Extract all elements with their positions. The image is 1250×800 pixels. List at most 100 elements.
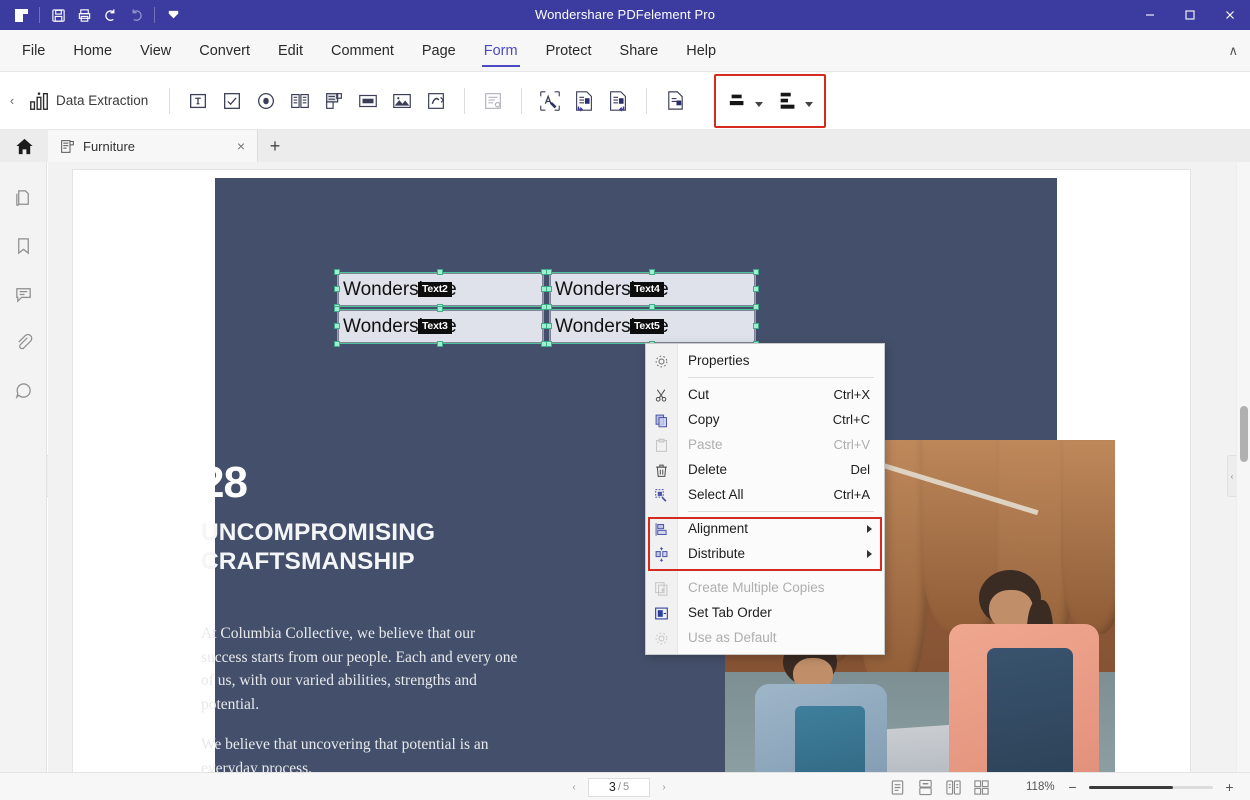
vertical-scrollbar-thumb[interactable] bbox=[1240, 406, 1248, 462]
context-menu-label: Alignment bbox=[688, 521, 749, 536]
distribute-icon bbox=[652, 545, 670, 563]
menu-item-page[interactable]: Page bbox=[408, 30, 470, 72]
close-tab-icon[interactable]: × bbox=[233, 138, 249, 154]
use-default-icon bbox=[652, 629, 670, 647]
context-menu-item-use-as-default: Use as Default bbox=[646, 625, 884, 650]
resize-handle[interactable] bbox=[546, 269, 552, 275]
context-menu-item-distribute[interactable]: Distribute bbox=[646, 541, 884, 566]
print-icon[interactable] bbox=[71, 2, 97, 28]
divider bbox=[688, 377, 874, 378]
resize-handle[interactable] bbox=[546, 341, 552, 347]
resize-handle[interactable] bbox=[334, 269, 340, 275]
expand-right-panel-handle[interactable]: ‹ bbox=[1227, 455, 1236, 497]
continuous-view-icon[interactable] bbox=[916, 778, 935, 797]
resize-handle[interactable] bbox=[334, 306, 340, 312]
resize-handle[interactable] bbox=[649, 304, 655, 310]
attachments-panel-icon[interactable] bbox=[9, 328, 37, 356]
context-menu-accel: Ctrl+A bbox=[833, 487, 870, 502]
menu-item-file[interactable]: File bbox=[8, 30, 59, 72]
menu-item-help[interactable]: Help bbox=[672, 30, 730, 72]
resize-handle[interactable] bbox=[546, 304, 552, 310]
resize-handle[interactable] bbox=[753, 269, 759, 275]
menu-item-comment[interactable]: Comment bbox=[317, 30, 408, 72]
collapse-ribbon-chevron-icon[interactable]: ∧ bbox=[1228, 30, 1238, 72]
redo-icon[interactable] bbox=[123, 2, 149, 28]
push-button-button[interactable] bbox=[351, 80, 385, 122]
context-menu-item-copy[interactable]: Copy Ctrl+C bbox=[646, 407, 884, 432]
data-extraction-button[interactable]: Data Extraction bbox=[24, 80, 158, 122]
comments-panel-icon[interactable] bbox=[9, 280, 37, 308]
resize-handle[interactable] bbox=[334, 341, 340, 347]
status-bar: ‹ 3 / 5 › 118% − + bbox=[0, 772, 1250, 800]
stamps-panel-icon[interactable] bbox=[9, 376, 37, 404]
copy-icon bbox=[652, 411, 670, 429]
form-field-context-menu[interactable]: Properties Cut Ctrl+X Copy Ctrl+C Paste … bbox=[645, 343, 885, 655]
ribbon-scroll-left-icon[interactable]: ‹ bbox=[0, 93, 24, 108]
vertical-scrollbar[interactable] bbox=[1236, 162, 1250, 772]
minimize-button[interactable] bbox=[1130, 0, 1170, 30]
form-recognition-button[interactable] bbox=[533, 80, 567, 122]
resize-handle[interactable] bbox=[437, 306, 443, 312]
context-menu-item-cut[interactable]: Cut Ctrl+X bbox=[646, 382, 884, 407]
export-data-button[interactable] bbox=[601, 80, 635, 122]
zoom-out-button[interactable]: − bbox=[1067, 779, 1078, 795]
resize-handle[interactable] bbox=[753, 304, 759, 310]
resize-handle[interactable] bbox=[334, 323, 340, 329]
thumbnail-grid-view-icon[interactable] bbox=[972, 778, 991, 797]
resize-handle[interactable] bbox=[437, 341, 443, 347]
menu-item-edit[interactable]: Edit bbox=[264, 30, 317, 72]
combo-box-button[interactable] bbox=[283, 80, 317, 122]
thumbnails-panel-icon[interactable] bbox=[9, 184, 37, 212]
menu-item-convert[interactable]: Convert bbox=[185, 30, 264, 72]
text-field-button[interactable] bbox=[181, 80, 215, 122]
digital-signature-button[interactable] bbox=[419, 80, 453, 122]
menu-item-share[interactable]: Share bbox=[606, 30, 673, 72]
resize-handle[interactable] bbox=[753, 323, 759, 329]
resize-handle[interactable] bbox=[753, 286, 759, 292]
resize-handle[interactable] bbox=[437, 269, 443, 275]
next-page-button[interactable]: › bbox=[658, 782, 670, 793]
resize-handle[interactable] bbox=[649, 269, 655, 275]
form-properties-button[interactable] bbox=[476, 80, 510, 122]
page-number-input[interactable]: 3 / 5 bbox=[588, 777, 650, 797]
alignment-dropdown-button[interactable] bbox=[722, 80, 768, 122]
customize-toolbar-icon[interactable] bbox=[160, 2, 186, 28]
menu-item-protect[interactable]: Protect bbox=[532, 30, 606, 72]
menu-item-form[interactable]: Form bbox=[470, 30, 532, 72]
list-box-button[interactable] bbox=[317, 80, 351, 122]
save-icon[interactable] bbox=[45, 2, 71, 28]
resize-handle[interactable] bbox=[546, 286, 552, 292]
menu-item-home[interactable]: Home bbox=[59, 30, 126, 72]
resize-handle[interactable] bbox=[334, 286, 340, 292]
distribute-dropdown-button[interactable] bbox=[772, 80, 818, 122]
context-menu-item-properties[interactable]: Properties bbox=[646, 348, 884, 373]
close-button[interactable] bbox=[1210, 0, 1250, 30]
app-logo-icon[interactable] bbox=[8, 2, 34, 28]
undo-icon[interactable] bbox=[97, 2, 123, 28]
facing-pages-view-icon[interactable] bbox=[944, 778, 963, 797]
radio-button-button[interactable] bbox=[249, 80, 283, 122]
previous-page-button[interactable]: ‹ bbox=[568, 782, 580, 793]
context-menu-item-set-tab-order[interactable]: Set Tab Order bbox=[646, 600, 884, 625]
total-pages-value: 5 bbox=[622, 781, 630, 793]
resize-handle[interactable] bbox=[546, 323, 552, 329]
pdfelement-window: Wondershare PDFelement Pro File Home Vie… bbox=[0, 0, 1250, 800]
context-menu-item-select-all[interactable]: Select All Ctrl+A bbox=[646, 482, 884, 507]
context-menu-item-alignment[interactable]: Alignment bbox=[646, 516, 884, 541]
home-tab-button[interactable] bbox=[0, 130, 48, 162]
context-menu-item-delete[interactable]: Delete Del bbox=[646, 457, 884, 482]
single-page-view-icon[interactable] bbox=[888, 778, 907, 797]
zoom-in-button[interactable]: + bbox=[1224, 779, 1235, 795]
maximize-button[interactable] bbox=[1170, 0, 1210, 30]
bookmarks-panel-icon[interactable] bbox=[9, 232, 37, 260]
image-field-button[interactable] bbox=[385, 80, 419, 122]
quick-access-toolbar bbox=[0, 0, 186, 30]
zoom-slider[interactable] bbox=[1089, 785, 1213, 789]
extract-data-button[interactable] bbox=[658, 80, 692, 122]
divider bbox=[521, 87, 523, 114]
import-data-button[interactable] bbox=[567, 80, 601, 122]
check-box-button[interactable] bbox=[215, 80, 249, 122]
menu-item-view[interactable]: View bbox=[126, 30, 185, 72]
document-tab-furniture[interactable]: Furniture × bbox=[48, 130, 258, 162]
new-tab-button[interactable]: + bbox=[258, 130, 292, 162]
